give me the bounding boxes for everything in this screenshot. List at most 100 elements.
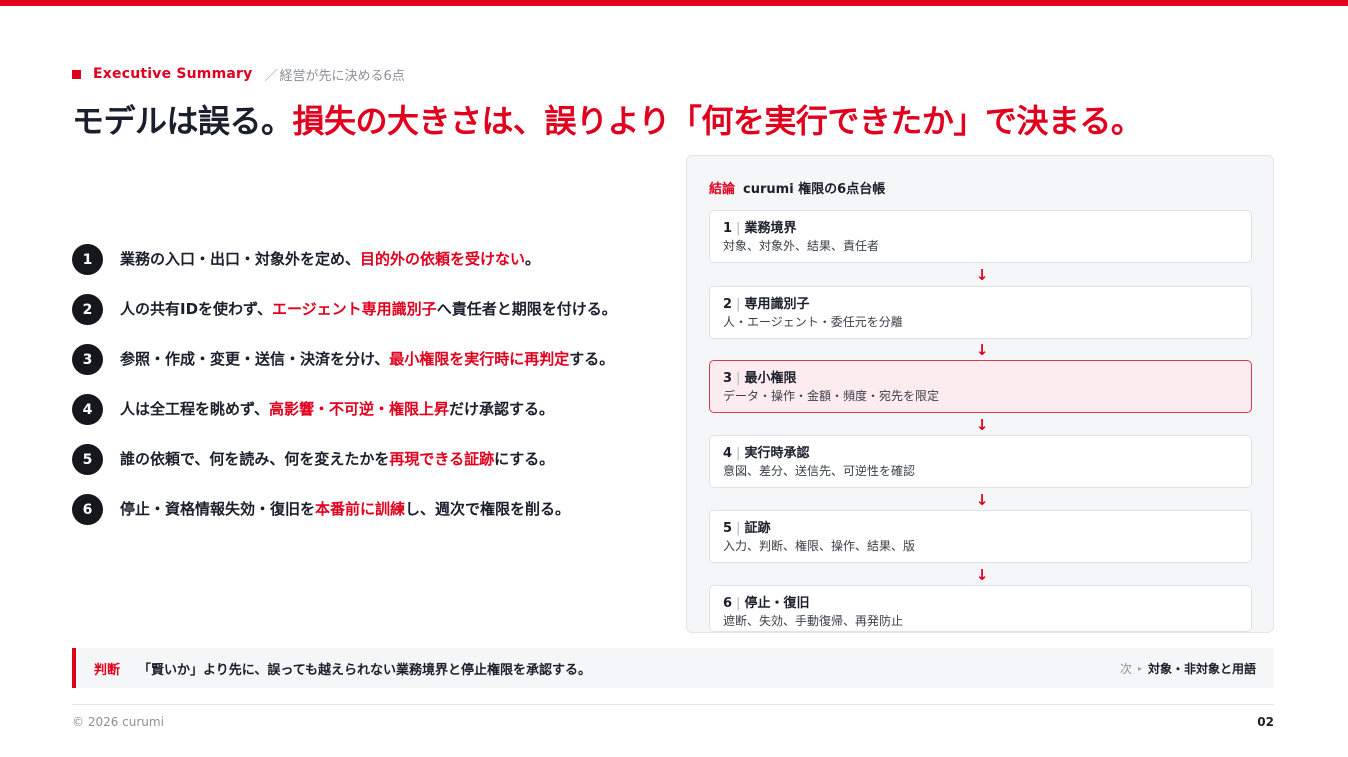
down-arrow-icon: ↓ (975, 491, 989, 509)
panel-title-text: curumi 権限の6点台帳 (743, 182, 886, 197)
conclusion-tag: 結論 (709, 182, 736, 197)
kicker: Executive Summary ／ 経営が先に決める6点 (72, 64, 405, 84)
step-description: 入力、判断、権限、操作、結果、版 (723, 539, 916, 553)
point-item-2: 2 人の共有IDを使わず、エージェント専用識別子へ責任者と期限を付ける。 (72, 294, 652, 325)
point-text-emphasis: 本番前に訓練 (315, 500, 406, 518)
step-head: 3 | 最小権限 (723, 370, 1238, 387)
step-head: 1 | 業務境界 (723, 220, 1238, 237)
number-badge: 1 (72, 244, 103, 275)
title-part-1: モデルは誤る。 (72, 102, 293, 140)
step-divider: | (736, 221, 741, 236)
step-number: 1 (723, 221, 733, 236)
step-description: 人・エージェント・委任元を分離 (723, 315, 903, 329)
next-text: 対象・非対象と用語 (1147, 662, 1256, 676)
down-arrow-icon: ↓ (975, 566, 989, 584)
kicker-separator: ／ (264, 68, 278, 84)
title-part-2: 損失の大きさは、誤りより「何を実行できたか」で決まる。 (292, 102, 1143, 140)
ledger-panel: 結論 curumi 権限の6点台帳 1 | 業務境界 対象、対象外、結果、責任者 ↓ … (686, 155, 1274, 633)
top-accent-bar (0, 0, 1348, 6)
point-text-post: へ責任者と期限を付ける。 (436, 300, 617, 318)
next-label: 次 (1119, 662, 1132, 676)
ledger-step-5: 5 | 証跡 入力、判断、権限、操作、結果、版 (709, 510, 1252, 563)
step-title: 最小権限 (744, 371, 797, 386)
slide: Executive Summary ／ 経営が先に決める6点 モデルは誤る。損失… (0, 0, 1348, 757)
step-title: 業務境界 (744, 221, 797, 236)
point-item-1: 1 業務の入口・出口・対象外を定め、目的外の依頼を受けない。 (72, 244, 652, 275)
square-bullet-icon (72, 69, 81, 79)
step-number: 5 (723, 521, 733, 536)
down-arrow-icon: ↓ (975, 266, 989, 284)
point-text: 業務の入口・出口・対象外を定め、目的外の依頼を受けない。 (120, 244, 540, 272)
step-head: 2 | 専用識別子 (723, 296, 1238, 313)
point-text-post: する。 (569, 350, 615, 368)
number-badge: 2 (72, 294, 103, 325)
kicker-japanese: 経営が先に決める6点 (279, 68, 405, 84)
point-text: 誰の依頼で、何を読み、何を変えたかを再現できる証跡にする。 (120, 444, 554, 472)
copyright: © 2026 curumi (72, 715, 164, 729)
point-text-pre: 停止・資格情報失効・復旧を (120, 500, 316, 518)
callout-accent-bar (72, 648, 76, 688)
number-badge: 4 (72, 394, 103, 425)
step-head: 4 | 実行時承認 (723, 445, 1238, 462)
point-text-post: だけ承認する。 (448, 400, 554, 418)
step-title: 証跡 (744, 521, 771, 536)
point-text-pre: 業務の入口・出口・対象外を定め、 (120, 250, 361, 268)
step-divider: | (736, 521, 741, 536)
point-text-pre: 人は全工程を眺めず、 (120, 400, 269, 418)
point-text-post: にする。 (494, 450, 555, 468)
step-divider: | (736, 371, 741, 386)
point-text-pre: 誰の依頼で、何を読み、何を変えたかを (120, 450, 390, 468)
step-divider: | (736, 446, 741, 461)
triangle-right-icon: ▸ (1137, 664, 1142, 673)
ledger-step-3: 3 | 最小権限 データ・操作・金額・頻度・宛先を限定 (709, 360, 1252, 413)
number-badge: 6 (72, 494, 103, 525)
step-description: 対象、対象外、結果、責任者 (723, 239, 880, 253)
point-item-4: 4 人は全工程を眺めず、高影響・不可逆・権限上昇だけ承認する。 (72, 394, 652, 425)
point-text-post: し、週次で権限を削る。 (405, 500, 571, 518)
step-title: 実行時承認 (744, 446, 810, 461)
point-list: 1 業務の入口・出口・対象外を定め、目的外の依頼を受けない。 2 人の共有IDを… (72, 244, 652, 544)
next-link[interactable]: 次 ▸ 対象・非対象と用語 (1120, 660, 1256, 677)
down-arrow-icon: ↓ (975, 341, 989, 359)
down-arrow-icon: ↓ (975, 416, 989, 434)
step-number: 3 (723, 371, 733, 386)
judgment-text: 「賢いか」より先に、誤っても越えられない業務境界と停止権限を承認する。 (138, 663, 592, 678)
point-text-emphasis: 再現できる証跡 (389, 450, 495, 468)
point-item-5: 5 誰の依頼で、何を読み、何を変えたかを再現できる証跡にする。 (72, 444, 652, 475)
ledger-step-4: 4 | 実行時承認 意図、差分、送信先、可逆性を確認 (709, 435, 1252, 488)
footer-divider (72, 704, 1274, 705)
page-number: 02 (1257, 715, 1274, 729)
step-number: 2 (723, 297, 733, 312)
step-head: 6 | 停止・復旧 (723, 595, 1238, 612)
point-item-3: 3 参照・作成・変更・送信・決済を分け、最小権限を実行時に再判定する。 (72, 344, 652, 375)
number-badge: 5 (72, 444, 103, 475)
point-item-6: 6 停止・資格情報失効・復旧を本番前に訓練し、週次で権限を削る。 (72, 494, 652, 525)
point-text-pre: 人の共有IDを使わず、 (120, 300, 272, 318)
point-text-emphasis: エージェント専用識別子 (271, 300, 437, 318)
ledger-step-2: 2 | 専用識別子 人・エージェント・委任元を分離 (709, 286, 1252, 339)
point-text: 停止・資格情報失効・復旧を本番前に訓練し、週次で権限を削る。 (120, 494, 570, 522)
point-text-post: 。 (525, 250, 541, 268)
ledger-step-1: 1 | 業務境界 対象、対象外、結果、責任者 (709, 210, 1252, 263)
step-description: 意図、差分、送信先、可逆性を確認 (723, 464, 916, 478)
kicker-english: Executive Summary (93, 66, 253, 82)
step-title: 専用識別子 (744, 297, 810, 312)
judgment-callout: 判断 「賢いか」より先に、誤っても越えられない業務境界と停止権限を承認する。 次… (72, 648, 1274, 688)
page-title: モデルは誤る。損失の大きさは、誤りより「何を実行できたか」で決まる。 (72, 96, 1143, 142)
point-text: 参照・作成・変更・送信・決済を分け、最小権限を実行時に再判定する。 (120, 344, 614, 372)
judgment-label: 判断 (94, 663, 121, 678)
step-divider: | (736, 596, 741, 611)
step-number: 6 (723, 596, 733, 611)
step-title: 停止・復旧 (744, 596, 810, 611)
step-description: データ・操作・金額・頻度・宛先を限定 (723, 389, 940, 403)
point-text-pre: 参照・作成・変更・送信・決済を分け、 (120, 350, 390, 368)
number-badge: 3 (72, 344, 103, 375)
step-divider: | (736, 297, 741, 312)
point-text-emphasis: 最小権限を実行時に再判定 (389, 350, 570, 368)
point-text-emphasis: 高影響・不可逆・権限上昇 (268, 400, 449, 418)
step-description: 遮断、失効、手動復帰、再発防止 (723, 614, 904, 628)
point-text-emphasis: 目的外の依頼を受けない (360, 250, 526, 268)
step-head: 5 | 証跡 (723, 520, 1238, 537)
ledger-step-6: 6 | 停止・復旧 遮断、失効、手動復帰、再発防止 (709, 585, 1252, 632)
point-text: 人の共有IDを使わず、エージェント専用識別子へ責任者と期限を付ける。 (120, 294, 617, 322)
